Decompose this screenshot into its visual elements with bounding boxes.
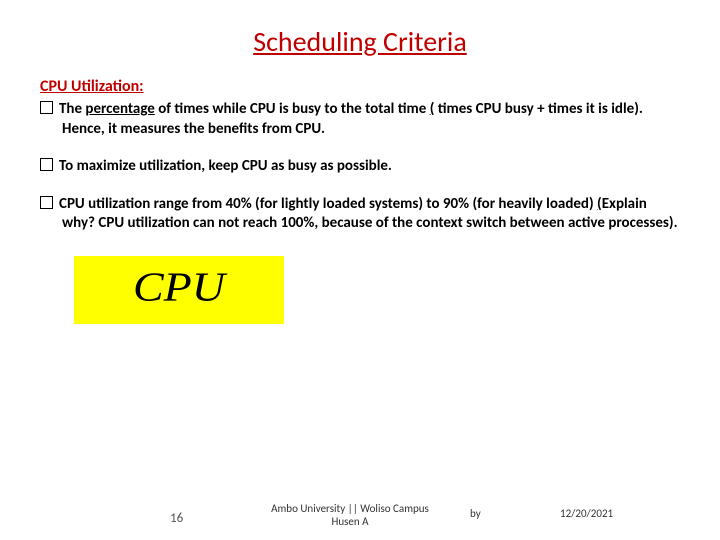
credit-line-1: Ambo University || Woliso Campus [271,502,429,515]
footer-credit: Ambo University || Woliso Campus Husen A [250,502,450,528]
checkbox-icon [40,101,53,114]
bullet-point-3: CPU utilization range from 40% (for ligh… [40,195,680,234]
cpu-text: CPU [133,264,228,309]
text-underline: percentage [85,100,154,118]
cpu-icon: CPU [84,262,274,318]
cpu-graphic: CPU [74,256,284,324]
credit-line-2: Husen A [331,515,368,528]
bullet-point-2: To maximize utilization, keep CPU as bus… [40,157,680,177]
text: CPU utilization range from 40% (for ligh… [59,195,597,213]
footer-by: by [470,507,481,520]
bullet-point-1: The percentage of times while CPU is bus… [40,100,680,139]
text: keep CPU as busy as possible. [209,157,392,175]
section-heading: CPU Utilization: [40,77,680,96]
footer-date: 12/20/2021 [560,507,613,520]
text: of times while CPU is busy to the total … [155,100,430,118]
text: To maximize utilization, [59,157,209,175]
text: The [59,100,85,118]
checkbox-icon [40,196,53,209]
slide: Scheduling Criteria CPU Utilization: The… [0,0,720,540]
checkbox-icon [40,158,53,171]
page-number: 16 [170,511,183,526]
body-text: The percentage of times while CPU is bus… [40,100,680,234]
slide-title: Scheduling Criteria [40,24,680,59]
